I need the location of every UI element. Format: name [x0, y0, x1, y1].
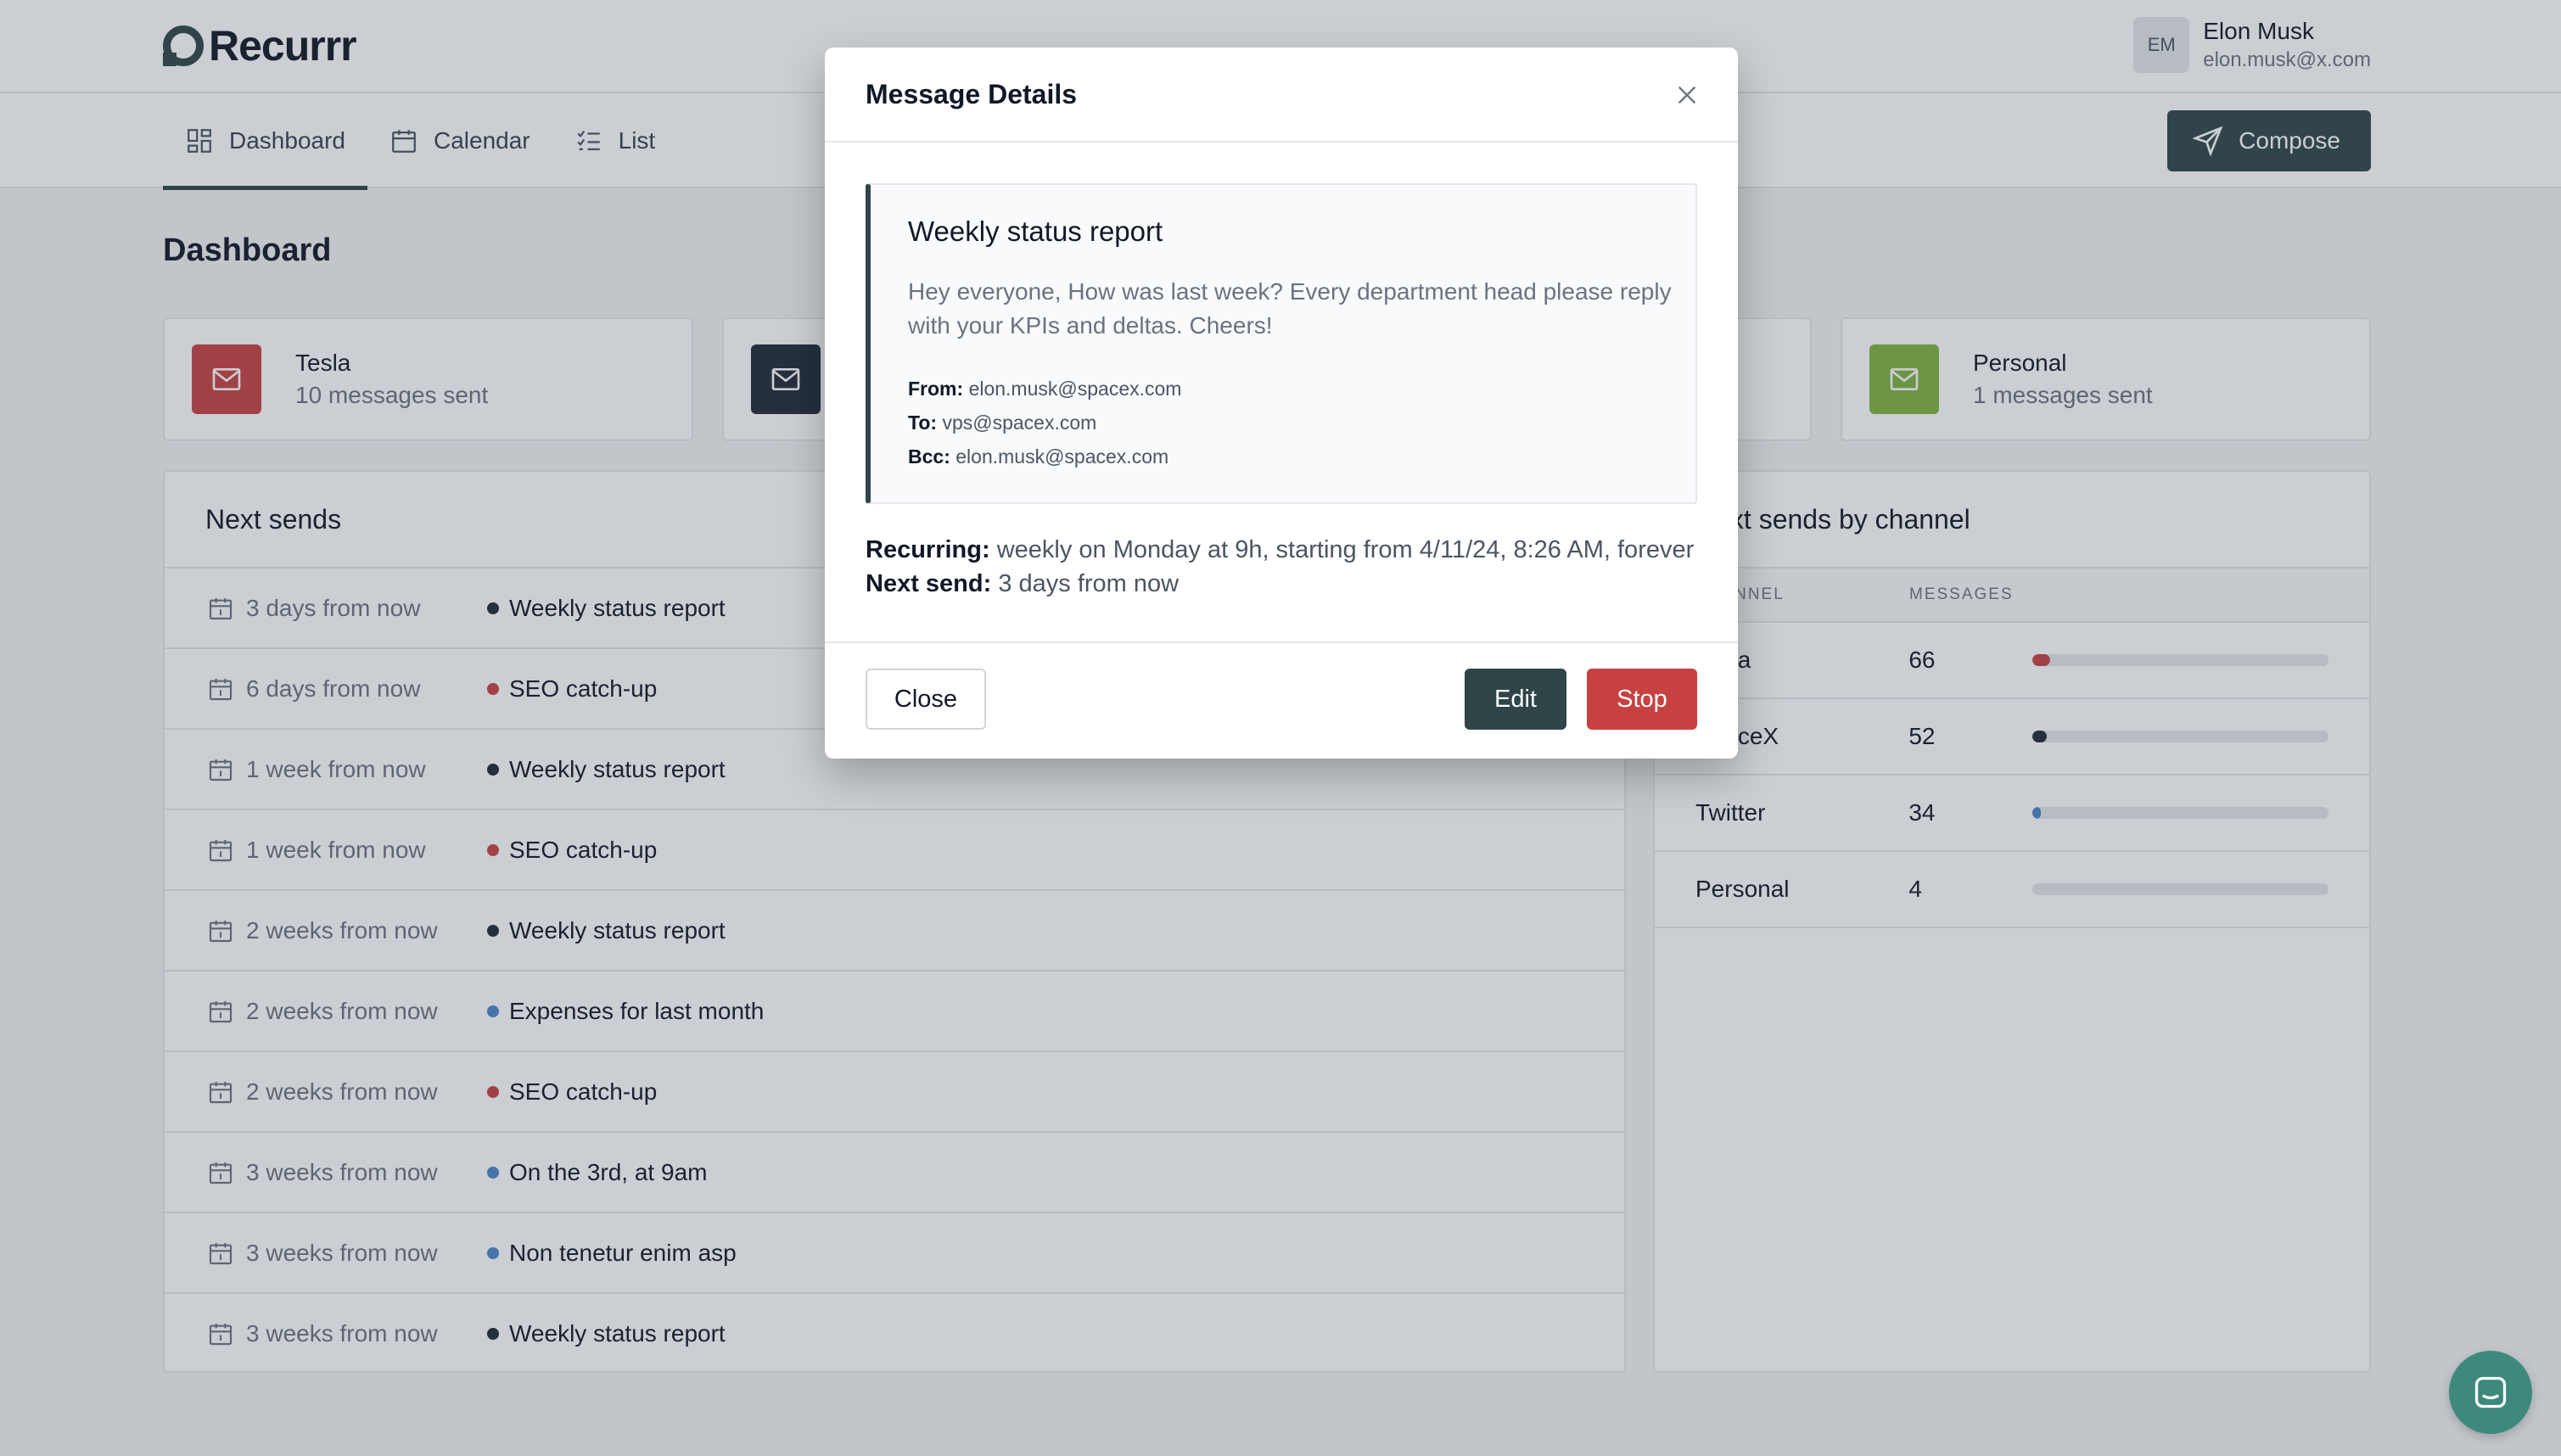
message-subject: Weekly status report: [908, 216, 1163, 247]
from-value: elon.musk@spacex.com: [968, 378, 1182, 400]
to-label: To:: [908, 412, 938, 434]
bcc-value: elon.musk@spacex.com: [955, 445, 1169, 468]
edit-button[interactable]: Edit: [1465, 669, 1566, 730]
next-send-value: 3 days from now: [998, 570, 1180, 597]
modal-footer: Close Edit Stop: [825, 641, 1738, 759]
next-send-label: Next send:: [866, 570, 992, 597]
recurring-value: weekly on Monday at 9h, starting from 4/…: [996, 536, 1695, 563]
bcc-line: Bcc: elon.musk@spacex.com: [908, 440, 1658, 473]
message-preview: Weekly status report Hey everyone, How w…: [866, 183, 1697, 504]
to-value: vps@spacex.com: [942, 412, 1097, 434]
message-meta: From: elon.musk@spacex.com To: vps@space…: [908, 372, 1658, 473]
chat-icon: [2474, 1376, 2507, 1408]
bcc-label: Bcc:: [908, 445, 950, 468]
recurring-label: Recurring:: [866, 536, 990, 563]
modal-title: Message Details: [866, 78, 1078, 109]
close-button[interactable]: Close: [866, 669, 986, 730]
stop-button[interactable]: Stop: [1587, 669, 1697, 730]
from-label: From:: [908, 378, 964, 400]
message-details-modal: Message Details Weekly status report Hey…: [825, 48, 1738, 759]
close-icon[interactable]: [1668, 76, 1706, 114]
recurring-line: Recurring: weekly on Monday at 9h, start…: [866, 533, 1694, 567]
modal-header: Message Details: [825, 48, 1738, 143]
schedule-info: Recurring: weekly on Monday at 9h, start…: [866, 533, 1694, 601]
next-send-line: Next send: 3 days from now: [866, 567, 1694, 601]
message-body: Hey everyone, How was last week? Every d…: [908, 278, 1672, 339]
chat-launcher-button[interactable]: [2449, 1351, 2532, 1434]
from-line: From: elon.musk@spacex.com: [908, 372, 1658, 406]
to-line: To: vps@spacex.com: [908, 406, 1658, 440]
